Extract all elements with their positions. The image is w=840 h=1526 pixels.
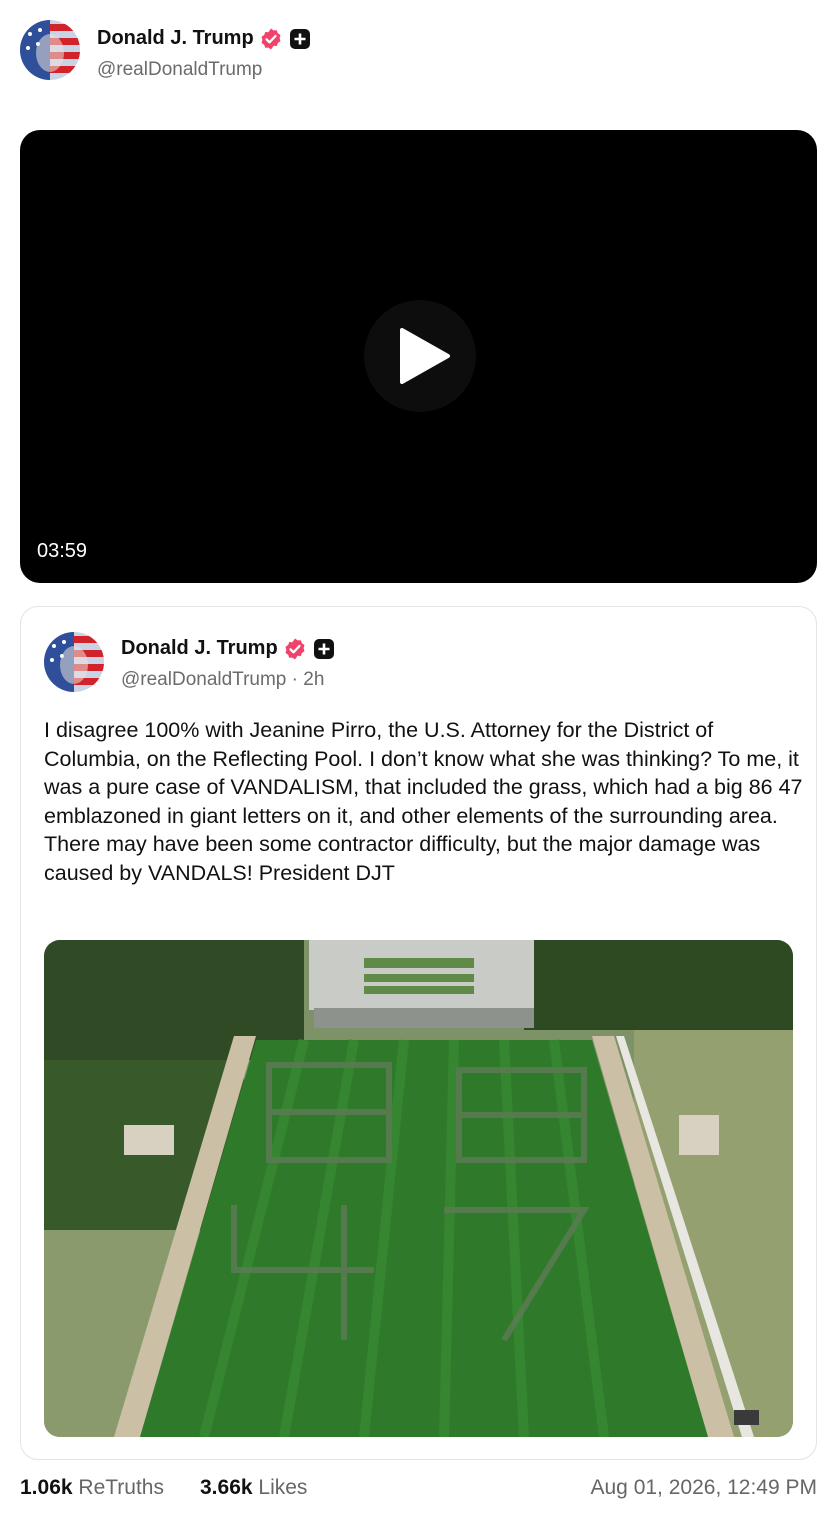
likes-label: Likes	[258, 1476, 308, 1499]
quoted-author-name[interactable]: Donald J. Trump	[121, 637, 278, 660]
verified-badge-icon	[261, 28, 281, 50]
flag-portrait-avatar-icon	[20, 20, 80, 80]
likes-stat[interactable]: 3.66k Likes	[200, 1476, 307, 1500]
video-duration: 03:59	[37, 540, 88, 562]
play-button[interactable]	[364, 300, 476, 412]
author-handle[interactable]: @realDonaldTrump	[97, 59, 262, 81]
aerial-photo-of-lawn	[44, 940, 793, 1437]
plus-badge-icon	[290, 29, 310, 49]
avatar[interactable]	[20, 20, 80, 80]
verified-badge-icon	[285, 638, 305, 660]
retruths-count: 1.06k	[20, 1476, 73, 1499]
post-text: I disagree 100% with Jeanine Pirro, the …	[44, 718, 803, 885]
author-name[interactable]: Donald J. Trump	[97, 27, 254, 50]
quoted-avatar[interactable]	[44, 632, 104, 692]
play-icon	[400, 328, 450, 384]
flag-portrait-avatar-icon	[44, 632, 104, 692]
post-image[interactable]	[44, 940, 793, 1437]
likes-count: 3.66k	[200, 1476, 253, 1499]
post-timestamp[interactable]: Aug 01, 2026, 12:49 PM	[591, 1476, 818, 1500]
retruths-label: ReTruths	[78, 1476, 164, 1499]
plus-badge-icon	[314, 639, 334, 659]
quoted-author-handle[interactable]: @realDonaldTrump · 2h	[121, 669, 324, 691]
retruths-stat[interactable]: 1.06k ReTruths	[20, 1476, 164, 1500]
